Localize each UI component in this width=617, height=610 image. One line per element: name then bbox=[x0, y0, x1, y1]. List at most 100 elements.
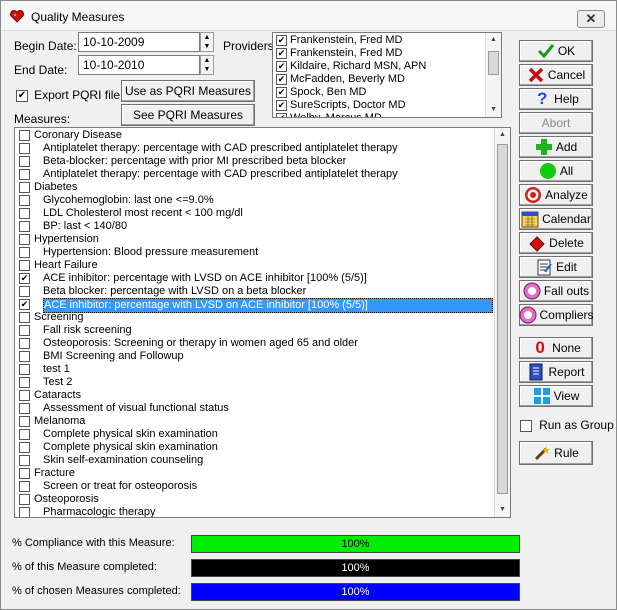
scroll-down-icon[interactable]: ▼ bbox=[486, 103, 501, 117]
checkbox-empty-icon[interactable] bbox=[19, 312, 30, 323]
measure-row[interactable]: ✔ ACE inhibitor: percentage with LVSD on … bbox=[15, 298, 510, 313]
checkbox-check-icon[interactable]: ✔ bbox=[276, 73, 287, 85]
end-date-field[interactable]: 10-10-2010 bbox=[78, 55, 200, 75]
provider-item[interactable]: ✔ Spock, Ben MD bbox=[273, 86, 485, 99]
rule-button[interactable]: Rule bbox=[519, 441, 593, 465]
checkbox-empty-icon[interactable] bbox=[19, 195, 30, 206]
checkbox-empty-icon[interactable] bbox=[19, 377, 30, 388]
checkbox-empty-icon[interactable] bbox=[19, 429, 30, 440]
spin-up-icon[interactable]: ▲ bbox=[201, 56, 213, 65]
providers-list[interactable]: ✔ Frankenstein, Fred MD ✔ Frankenstein, Fre… bbox=[272, 32, 502, 118]
checkbox-empty-icon[interactable] bbox=[19, 130, 30, 141]
provider-item[interactable]: ✔ SureScripts, Doctor MD bbox=[273, 99, 485, 112]
checkbox-empty-icon[interactable] bbox=[19, 286, 30, 297]
begin-date-field[interactable]: 10-10-2009 bbox=[78, 32, 200, 52]
fall-outs-button[interactable]: Fall outs bbox=[519, 280, 593, 302]
help-button[interactable]: ? Help bbox=[519, 88, 593, 110]
provider-item[interactable]: ✔ Frankenstein, Fred MD bbox=[273, 47, 485, 60]
checkbox-empty-icon[interactable] bbox=[19, 416, 30, 427]
checkbox-empty-icon[interactable] bbox=[19, 494, 30, 505]
measure-category-row[interactable]: Cataracts bbox=[15, 389, 510, 402]
measure-row[interactable]: Test 2 bbox=[15, 376, 510, 389]
checkbox-check-icon[interactable]: ✔ bbox=[19, 273, 30, 284]
measures-scrollbar[interactable]: ▲ ▼ bbox=[494, 128, 510, 517]
measure-row[interactable]: Osteoporosis: Screening or therapy in wo… bbox=[15, 337, 510, 350]
spin-down-icon[interactable]: ▼ bbox=[201, 42, 213, 51]
provider-item[interactable]: ✔ Frankenstein, Fred MD bbox=[273, 34, 485, 47]
measure-category-row[interactable]: Diabetes bbox=[15, 181, 510, 194]
measure-row[interactable]: Skin self-examination counseling bbox=[15, 454, 510, 467]
providers-scrollbar[interactable]: ▲ ▼ bbox=[485, 33, 501, 117]
compliers-button[interactable]: Compliers bbox=[519, 304, 594, 326]
measure-row[interactable]: Pharmacologic therapy bbox=[15, 506, 510, 517]
checkbox-empty-icon[interactable] bbox=[19, 364, 30, 375]
all-button[interactable]: All bbox=[519, 160, 593, 182]
measure-row[interactable]: Beta-blocker: percentage with prior MI p… bbox=[15, 155, 510, 168]
measure-row[interactable]: BMI Screening and Followup bbox=[15, 350, 510, 363]
checkbox-empty-icon[interactable] bbox=[19, 390, 30, 401]
checkbox-empty-icon[interactable] bbox=[19, 260, 30, 271]
checkbox-empty-icon[interactable] bbox=[19, 468, 30, 479]
use-as-pqri-button[interactable]: Use as PQRI Measures bbox=[121, 80, 255, 102]
end-date-spinner[interactable]: ▲ ▼ bbox=[200, 55, 214, 75]
abort-button[interactable]: Abort bbox=[519, 112, 593, 134]
close-button[interactable]: ✕ bbox=[577, 10, 605, 28]
measure-category-row[interactable]: Melanoma bbox=[15, 415, 510, 428]
calendar-button[interactable]: Calendar bbox=[519, 208, 593, 230]
checkbox-empty-icon[interactable] bbox=[19, 182, 30, 193]
checkbox-check-icon[interactable]: ✔ bbox=[276, 112, 287, 117]
checkbox-check-icon[interactable]: ✔ bbox=[16, 90, 28, 103]
checkbox-empty-icon[interactable] bbox=[19, 442, 30, 453]
measure-category-row[interactable]: Osteoporosis bbox=[15, 493, 510, 506]
measure-row[interactable]: BP: last < 140/80 bbox=[15, 220, 510, 233]
checkbox-empty-icon[interactable] bbox=[19, 325, 30, 336]
measure-row[interactable]: Complete physical skin examination bbox=[15, 441, 510, 454]
run-as-group-checkbox[interactable]: Run as Group bbox=[520, 418, 614, 433]
measure-category-row[interactable]: Fracture bbox=[15, 467, 510, 480]
provider-item[interactable]: ✔ Kildaire, Richard MSN, APN bbox=[273, 60, 485, 73]
cancel-button[interactable]: Cancel bbox=[519, 64, 593, 86]
scroll-thumb[interactable] bbox=[488, 51, 499, 75]
measure-category-row[interactable]: Screening bbox=[15, 311, 510, 324]
measure-category-row[interactable]: Hypertension bbox=[15, 233, 510, 246]
checkbox-empty-icon[interactable] bbox=[19, 481, 30, 492]
measure-row[interactable]: Antiplatelet therapy: percentage with CA… bbox=[15, 142, 510, 155]
checkbox-check-icon[interactable]: ✔ bbox=[276, 47, 287, 59]
export-pqri-checkbox[interactable]: ✔ Export PQRI file bbox=[16, 88, 120, 103]
begin-date-spinner[interactable]: ▲ ▼ bbox=[200, 32, 214, 52]
scroll-down-icon[interactable]: ▼ bbox=[495, 503, 510, 517]
checkbox-empty-icon[interactable] bbox=[19, 143, 30, 154]
checkbox-empty-icon[interactable] bbox=[19, 169, 30, 180]
add-button[interactable]: Add bbox=[519, 136, 593, 158]
measure-row[interactable]: Beta blocker: percentage with LVSD on a … bbox=[15, 285, 510, 298]
checkbox-empty-icon[interactable] bbox=[19, 507, 30, 517]
checkbox-empty-icon[interactable] bbox=[19, 221, 30, 232]
checkbox-empty-icon[interactable] bbox=[19, 403, 30, 414]
checkbox-empty-icon[interactable] bbox=[19, 351, 30, 362]
analyze-button[interactable]: Analyze bbox=[519, 184, 593, 206]
scroll-up-icon[interactable]: ▲ bbox=[495, 128, 510, 142]
checkbox-empty-icon[interactable] bbox=[19, 156, 30, 167]
scroll-thumb[interactable] bbox=[497, 144, 508, 494]
checkbox-empty-icon[interactable] bbox=[19, 247, 30, 258]
checkbox-check-icon[interactable]: ✔ bbox=[276, 60, 287, 72]
measure-category-row[interactable]: Heart Failure bbox=[15, 259, 510, 272]
measure-row[interactable]: Assessment of visual functional status bbox=[15, 402, 510, 415]
checkbox-empty-icon[interactable] bbox=[19, 234, 30, 245]
spin-up-icon[interactable]: ▲ bbox=[201, 33, 213, 42]
checkbox-empty-icon[interactable] bbox=[19, 208, 30, 219]
measures-list[interactable]: Coronary Disease Antiplatelet therapy: pe… bbox=[14, 127, 511, 518]
measure-row[interactable]: Complete physical skin examination bbox=[15, 428, 510, 441]
checkbox-check-icon[interactable]: ✔ bbox=[19, 299, 30, 310]
measure-row[interactable]: Fall risk screening bbox=[15, 324, 510, 337]
checkbox-empty-icon[interactable] bbox=[19, 455, 30, 466]
checkbox-empty-icon[interactable] bbox=[19, 338, 30, 349]
provider-item[interactable]: ✔ Welby, Marcus MD bbox=[273, 112, 485, 117]
measure-row[interactable]: Antiplatelet therapy: percentage with CA… bbox=[15, 168, 510, 181]
measure-row[interactable]: test 1 bbox=[15, 363, 510, 376]
checkbox-check-icon[interactable]: ✔ bbox=[276, 86, 287, 98]
report-button[interactable]: Report bbox=[519, 361, 593, 383]
edit-button[interactable]: Edit bbox=[519, 256, 593, 278]
measure-row[interactable]: ✔ ACE inhibitor: percentage with LVSD on … bbox=[15, 272, 510, 285]
none-button[interactable]: 0 None bbox=[519, 337, 593, 359]
